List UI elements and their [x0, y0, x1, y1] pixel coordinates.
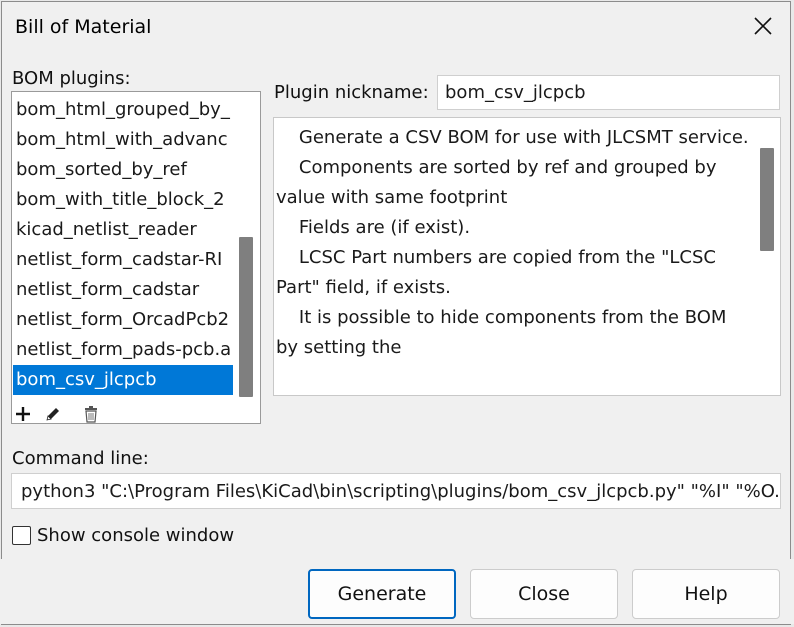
- plugins-list[interactable]: bom_html_grouped_by_ bom_html_with_advanc…: [11, 91, 261, 424]
- description-scrollbar[interactable]: [756, 119, 778, 394]
- plugin-list-item[interactable]: bom_csv_jlcpcb: [13, 365, 233, 395]
- close-icon[interactable]: [753, 16, 773, 36]
- plugin-description[interactable]: Generate a CSV BOM for use with JLCSMT s…: [273, 117, 781, 396]
- plugins-scrollbar[interactable]: [235, 93, 257, 422]
- plugins-scrollbar-thumb[interactable]: [239, 237, 253, 397]
- plugin-list-item[interactable]: kicad_netlist_reader: [13, 215, 233, 245]
- plugin-list-item[interactable]: bom_sorted_by_ref: [13, 155, 233, 185]
- plugin-list-item[interactable]: netlist_form_cadstar: [13, 275, 233, 305]
- help-button[interactable]: Help: [632, 569, 780, 619]
- close-button[interactable]: Close: [470, 569, 618, 619]
- nickname-input[interactable]: bom_csv_jlcpcb: [437, 75, 780, 110]
- plugin-list-item[interactable]: bom_html_grouped_by_: [13, 95, 233, 125]
- add-plugin-button[interactable]: [12, 405, 34, 427]
- show-console-label[interactable]: Show console window: [37, 525, 234, 546]
- command-line-input[interactable]: python3 "C:\Program Files\KiCad\bin\scri…: [11, 473, 781, 509]
- command-line-label: Command line:: [12, 448, 149, 469]
- nickname-label: Plugin nickname:: [274, 82, 429, 103]
- plugin-list-item[interactable]: netlist_form_pads-pcb.a: [13, 335, 233, 365]
- delete-plugin-button[interactable]: [80, 405, 102, 427]
- title-bar: Bill of Material: [2, 2, 790, 54]
- window-title: Bill of Material: [15, 16, 152, 38]
- delete-icon: [82, 405, 100, 427]
- plugin-list-item[interactable]: bom_with_title_block_2: [13, 185, 233, 215]
- plugin-list-item[interactable]: netlist_form_OrcadPcb2: [13, 305, 233, 335]
- plugin-list-item[interactable]: netlist_form_cadstar-RI: [13, 245, 233, 275]
- description-text: Generate a CSV BOM for use with JLCSMT s…: [276, 127, 749, 358]
- plugin-list-item[interactable]: bom_html_with_advanc: [13, 125, 233, 155]
- edit-plugin-button[interactable]: [42, 405, 64, 427]
- show-console-checkbox[interactable]: [12, 526, 31, 545]
- add-icon: [15, 406, 31, 426]
- generate-button[interactable]: Generate: [308, 569, 456, 619]
- description-scrollbar-thumb[interactable]: [760, 148, 774, 251]
- edit-icon: [44, 405, 62, 427]
- plugins-label: BOM plugins:: [12, 68, 131, 89]
